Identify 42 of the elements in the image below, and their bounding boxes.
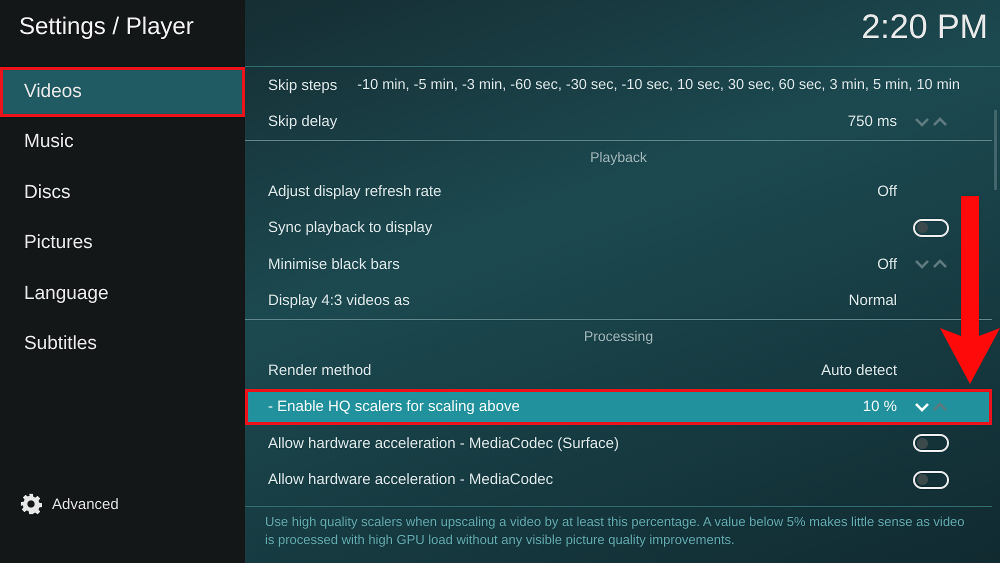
setting-label: Minimise black bars bbox=[268, 256, 400, 273]
page-title: Settings / Player bbox=[18, 12, 195, 42]
sidebar-item[interactable]: Pictures bbox=[0, 218, 245, 268]
setting-label: Skip delay bbox=[268, 113, 338, 130]
setting-row[interactable]: Allow hardware acceleration - MediaCodec (Surface) bbox=[245, 425, 992, 462]
setting-label: Adjust display refresh rate bbox=[268, 182, 442, 200]
advanced-label[interactable]: Advanced bbox=[52, 496, 119, 512]
toggle-switch[interactable] bbox=[913, 470, 949, 489]
setting-value: Off bbox=[877, 182, 897, 200]
setting-label: Sync playback to display bbox=[268, 219, 432, 236]
setting-label: Allow hardware acceleration - MediaCodec bbox=[268, 471, 554, 488]
toggle-switch[interactable] bbox=[913, 218, 949, 237]
setting-value: -10 min, -5 min, -3 min, -60 sec, -30 sec, -10 sec, 10 sec, 30 sec, 60 sec, 3 min, 5 min, 10 min bbox=[357, 77, 960, 94]
toggle-switch[interactable] bbox=[913, 434, 949, 452]
setting-value: Auto detect bbox=[821, 362, 897, 379]
setting-row[interactable]: Minimise black bars Off bbox=[245, 246, 992, 282]
setting-label: Skip steps bbox=[268, 76, 338, 94]
gear-icon[interactable] bbox=[20, 493, 42, 515]
setting-row[interactable]: Skip delay 750 ms bbox=[245, 104, 992, 140]
setting-label: Render method bbox=[268, 362, 372, 379]
setting-row[interactable]: Sync playback to display bbox=[245, 210, 992, 246]
setting-description: Use high quality scalers when upscaling a video by at least this percentage. A value below 5% makes little sense as video is processed with high GPU load without any visible picture quality improvements. bbox=[245, 506, 992, 555]
setting-value: 10 % bbox=[862, 398, 897, 416]
section-header: Playback bbox=[245, 140, 992, 173]
sidebar-item[interactable]: Subtitles bbox=[0, 318, 245, 369]
clock: 2:20 PM bbox=[861, 7, 989, 47]
sidebar-item[interactable]: Discs bbox=[0, 168, 245, 218]
setting-value: Off bbox=[877, 256, 897, 273]
sidebar-item[interactable]: Language bbox=[0, 268, 245, 319]
setting-label: Display 4:3 videos as bbox=[268, 292, 410, 310]
setting-row[interactable]: Skip steps -10 min, -5 min, -3 min, -60 sec, -30 sec, -10 sec, 10 sec, 30 sec, 60 sec, 3 min, 5 min, 10 min bbox=[245, 67, 992, 104]
setting-label: Allow hardware acceleration - MediaCodec (Surface) bbox=[268, 434, 619, 452]
setting-label: - Enable HQ scalers for scaling above bbox=[268, 398, 520, 416]
setting-value: 750 ms bbox=[848, 113, 897, 130]
setting-row[interactable]: Render method Auto detect bbox=[245, 352, 992, 388]
scrollbar[interactable] bbox=[994, 110, 997, 190]
sidebar-item[interactable]: Music bbox=[0, 117, 245, 168]
setting-row[interactable]: Display 4:3 videos as Normal bbox=[245, 282, 992, 319]
setting-value: Normal bbox=[848, 292, 897, 310]
sidebar-item[interactable]: Videos bbox=[0, 67, 245, 117]
setting-row[interactable]: Allow hardware acceleration - MediaCodec bbox=[245, 462, 992, 498]
setting-row[interactable]: Adjust display refresh rate Off bbox=[245, 173, 992, 210]
